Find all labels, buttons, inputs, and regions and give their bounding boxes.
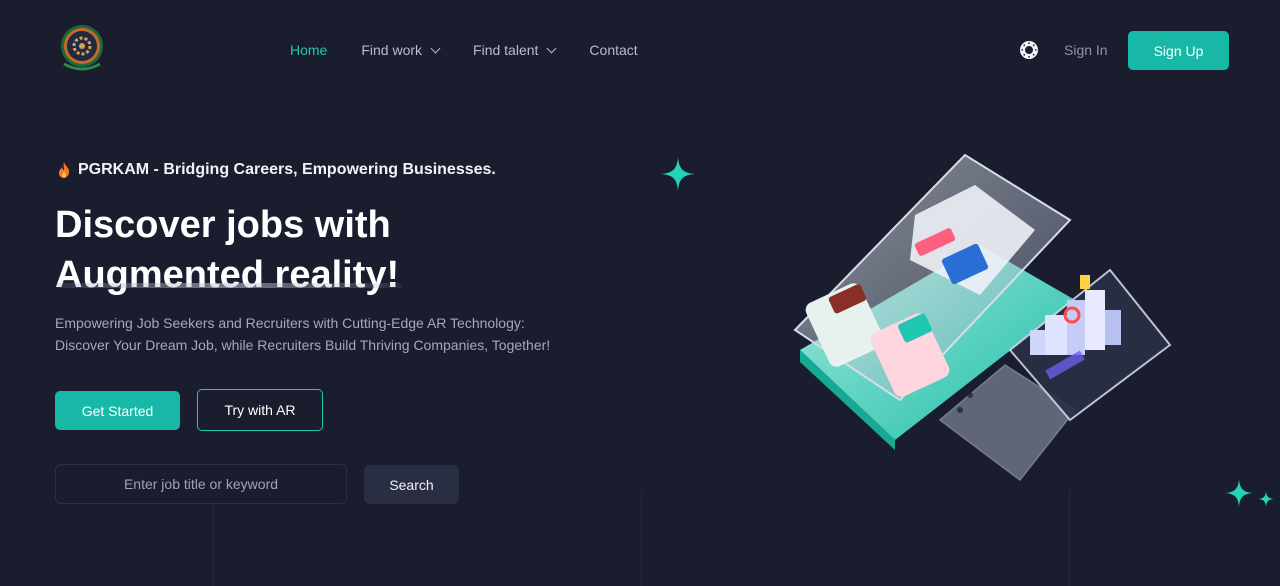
nav-item-contact[interactable]: Contact — [589, 40, 637, 60]
grid-line — [641, 490, 642, 586]
headline-line: Discover jobs with — [55, 204, 391, 246]
tagline: PGRKAM - Bridging Careers, Empowering Bu… — [58, 161, 496, 179]
hero-description: Empowering Job Seekers and Recruiters wi… — [55, 312, 575, 356]
sparkle-icon — [1258, 491, 1274, 507]
nav-label: Find work — [361, 42, 423, 58]
nav-label: Home — [290, 42, 328, 58]
grid-line — [1069, 490, 1070, 586]
sign-in-link[interactable]: Sign In — [1064, 42, 1108, 58]
main-nav: Home Find work Find talent Contact — [290, 40, 672, 60]
chevron-down-icon — [546, 43, 557, 53]
sparkle-icon — [661, 157, 695, 191]
job-search-input[interactable] — [55, 464, 347, 504]
sign-up-button[interactable]: Sign Up — [1128, 31, 1229, 70]
chevron-down-icon — [430, 43, 441, 53]
get-started-button[interactable]: Get Started — [55, 391, 180, 430]
nav-item-find-talent[interactable]: Find talent — [473, 40, 557, 60]
headline-underline — [56, 283, 402, 288]
sun-icon[interactable] — [1019, 40, 1039, 60]
nav-item-home[interactable]: Home — [290, 40, 327, 60]
logo[interactable] — [58, 24, 106, 76]
flame-icon — [59, 162, 70, 178]
nav-label: Find talent — [473, 42, 539, 58]
sparkle-icon — [1225, 479, 1253, 507]
grid-line — [213, 490, 214, 586]
description-line: Empowering Job Seekers and Recruiters wi… — [55, 315, 525, 331]
search-button[interactable]: Search — [364, 465, 459, 504]
description-line: Discover Your Dream Job, while Recruiter… — [55, 337, 551, 353]
try-with-ar-button[interactable]: Try with AR — [197, 389, 323, 431]
headline-line: Augmented reality! — [55, 254, 400, 296]
tagline-text: PGRKAM - Bridging Careers, Empowering Bu… — [78, 161, 496, 178]
nav-item-find-work[interactable]: Find work — [361, 40, 441, 60]
ar-phone-illustration — [793, 153, 1172, 482]
nav-label: Contact — [589, 42, 638, 58]
